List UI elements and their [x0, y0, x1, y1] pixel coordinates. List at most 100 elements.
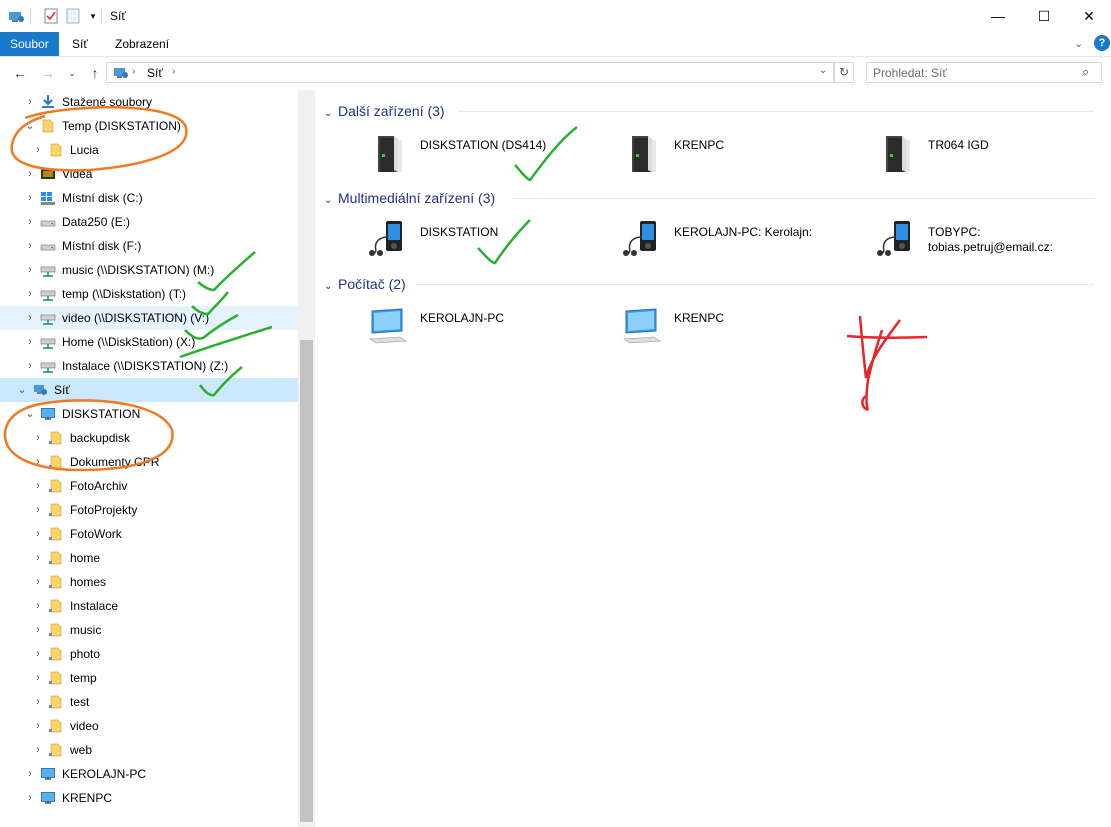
chevron-right-icon[interactable]: › [32, 570, 44, 594]
chevron-right-icon[interactable]: › [32, 474, 44, 498]
chevron-right-icon[interactable]: › [24, 354, 36, 378]
nav-item[interactable]: › FotoProjekty [0, 498, 298, 522]
search-input[interactable]: Prohledat: Síť ⌕ [866, 62, 1102, 83]
device-item[interactable]: KRENPC [622, 303, 862, 349]
nav-item[interactable]: › Videa [0, 162, 298, 186]
group-header[interactable]: ⌄ Multimediální zařízení (3) [324, 187, 495, 209]
chevron-right-icon[interactable]: › [32, 498, 44, 522]
chevron-right-icon[interactable]: › [24, 186, 36, 210]
chevron-right-icon[interactable]: › [24, 762, 36, 786]
chevron-right-icon[interactable]: › [24, 90, 36, 114]
address-dropdown-icon[interactable]: ⌄ [819, 65, 827, 76]
nav-item[interactable]: › photo [0, 642, 298, 666]
computer-network-icon[interactable] [7, 7, 25, 25]
nav-item[interactable]: › Instalace (\\DISKSTATION) (Z:) [0, 354, 298, 378]
device-item[interactable]: KRENPC [622, 130, 862, 176]
recent-locations-icon[interactable]: ⌄ [62, 63, 82, 83]
group-header[interactable]: ⌄ Další zařízení (3) [324, 100, 445, 122]
group-header[interactable]: ⌄ Počítač (2) [324, 273, 406, 295]
device-item[interactable]: TR064 IGD [876, 130, 1111, 176]
nav-item[interactable]: › Stažené soubory [0, 90, 298, 114]
nav-item[interactable]: › Home (\\DiskStation) (X:) [0, 330, 298, 354]
chevron-right-icon[interactable]: › [24, 258, 36, 282]
chevron-right-icon[interactable]: › [32, 714, 44, 738]
chevron-right-icon[interactable]: › [32, 642, 44, 666]
new-folder-icon[interactable] [64, 7, 82, 25]
breadcrumb-sit[interactable]: Síť [147, 66, 163, 80]
breadcrumb-separator-icon[interactable]: › [172, 66, 175, 77]
chevron-right-icon[interactable]: › [32, 666, 44, 690]
device-item[interactable]: TOBYPC: tobias.petruj@email.cz: [876, 217, 1111, 263]
tab-soubor[interactable]: Soubor [0, 32, 59, 56]
nav-item[interactable]: › Místní disk (C:) [0, 186, 298, 210]
search-icon[interactable]: ⌕ [1082, 64, 1089, 80]
nav-item[interactable]: › temp (\\Diskstation) (T:) [0, 282, 298, 306]
nav-item[interactable]: ⌄ Síť [0, 378, 298, 402]
nav-item[interactable]: ⌄ DISKSTATION [0, 402, 298, 426]
nav-item[interactable]: › FotoArchiv [0, 474, 298, 498]
device-item[interactable]: DISKSTATION [368, 217, 608, 263]
nav-item[interactable]: › web [0, 738, 298, 762]
chevron-right-icon[interactable]: › [32, 738, 44, 762]
nav-item[interactable]: › temp [0, 666, 298, 690]
chevron-down-icon[interactable]: ⌄ [324, 103, 338, 125]
chevron-down-icon[interactable]: ⌄ [24, 114, 36, 138]
chevron-right-icon[interactable]: › [32, 618, 44, 642]
device-item[interactable]: DISKSTATION (DS414) [368, 130, 608, 176]
chevron-right-icon[interactable]: › [32, 594, 44, 618]
chevron-down-icon[interactable]: ⌄ [24, 402, 36, 426]
chevron-right-icon[interactable]: › [32, 690, 44, 714]
nav-item[interactable]: › KEROLAJN-PC [0, 762, 298, 786]
chevron-right-icon[interactable]: › [24, 282, 36, 306]
chevron-right-icon[interactable]: › [32, 522, 44, 546]
close-button[interactable]: ✕ [1066, 0, 1111, 32]
nav-item[interactable]: › home [0, 546, 298, 570]
nav-scrollbar-thumb[interactable] [300, 340, 313, 822]
chevron-right-icon[interactable]: › [32, 138, 44, 162]
nav-item[interactable]: › video (\\DISKSTATION) (V:) [0, 306, 298, 330]
nav-item[interactable]: › FotoWork [0, 522, 298, 546]
chevron-right-icon[interactable]: › [32, 426, 44, 450]
nav-item[interactable]: › Lucia [0, 138, 298, 162]
tab-zobrazeni[interactable]: Zobrazení [105, 32, 179, 56]
nav-item[interactable]: › homes [0, 570, 298, 594]
nav-item[interactable]: › Data250 (E:) [0, 210, 298, 234]
expand-ribbon-icon[interactable]: ⌄ [1074, 37, 1083, 50]
nav-item[interactable]: › KRENPC [0, 786, 298, 810]
chevron-down-icon[interactable]: ⌄ [324, 276, 338, 298]
chevron-right-icon[interactable]: › [24, 330, 36, 354]
chevron-right-icon[interactable]: › [24, 162, 36, 186]
nav-item[interactable]: › video [0, 714, 298, 738]
nav-item[interactable]: › Místní disk (F:) [0, 234, 298, 258]
chevron-right-icon[interactable]: › [32, 450, 44, 474]
nav-item[interactable]: › Instalace [0, 594, 298, 618]
customize-arrow-icon[interactable]: ▾ [84, 7, 102, 25]
back-arrow-icon[interactable]: ← [10, 63, 30, 83]
chevron-right-icon[interactable]: › [24, 786, 36, 810]
nav-item[interactable]: ⌄ Temp (DISKSTATION) [0, 114, 298, 138]
tab-sit[interactable]: Síť [62, 32, 98, 56]
up-arrow-icon[interactable]: ↑ [85, 63, 105, 83]
device-item[interactable]: KEROLAJN-PC: Kerolajn: [622, 217, 862, 263]
chevron-right-icon[interactable]: › [24, 234, 36, 258]
properties-icon[interactable] [42, 7, 60, 25]
nav-item[interactable]: › music (\\DISKSTATION) (M:) [0, 258, 298, 282]
nav-item[interactable]: › test [0, 690, 298, 714]
help-icon[interactable]: ? [1094, 35, 1110, 51]
breadcrumb-separator-icon[interactable]: › [132, 66, 135, 77]
nav-item[interactable]: › music [0, 618, 298, 642]
chevron-down-icon[interactable]: ⌄ [324, 190, 338, 212]
maximize-button[interactable]: ☐ [1021, 0, 1067, 32]
chevron-right-icon[interactable]: › [24, 210, 36, 234]
nav-item[interactable]: › Dokumenty CPR [0, 450, 298, 474]
address-bar[interactable]: › Síť › ⌄ [106, 62, 834, 83]
navigation-pane[interactable]: › Stažené soubory ⌄ Temp (DISKSTATION) › Luci… [0, 90, 298, 827]
minimize-button[interactable]: — [975, 0, 1021, 32]
chevron-right-icon[interactable]: › [32, 546, 44, 570]
nav-item[interactable]: › backupdisk [0, 426, 298, 450]
device-item[interactable]: KEROLAJN-PC [368, 303, 608, 349]
chevron-down-icon[interactable]: ⌄ [16, 378, 28, 402]
refresh-icon[interactable]: ↻ [834, 62, 854, 83]
chevron-right-icon[interactable]: › [24, 306, 36, 330]
forward-arrow-icon[interactable]: → [38, 63, 58, 83]
